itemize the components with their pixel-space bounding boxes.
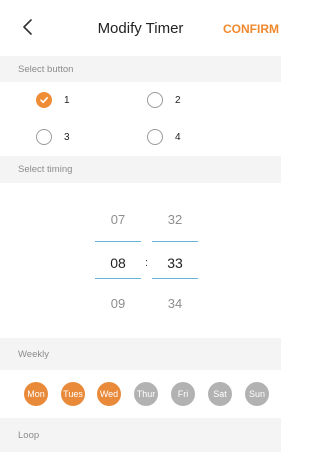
section-label-weekly: Weekly (0, 338, 281, 370)
time-separator: : (145, 257, 149, 269)
minute-option-prev[interactable]: 32 (152, 212, 198, 227)
radio-option-label: 3 (64, 131, 70, 143)
hour-selection-line-bottom (95, 278, 141, 279)
minute-option-selected[interactable]: 33 (152, 255, 198, 271)
minute-option-next[interactable]: 34 (152, 296, 198, 311)
radio-option-2[interactable]: 2 (147, 92, 181, 108)
radio-unchecked-indicator (147, 92, 163, 108)
radio-unchecked-indicator (36, 129, 52, 145)
hour-option-selected[interactable]: 08 (95, 255, 141, 271)
day-wed[interactable]: Wed (97, 382, 121, 406)
checkmark-icon (40, 97, 48, 104)
minute-selection-line-top (152, 241, 198, 242)
radio-option-3[interactable]: 3 (36, 129, 70, 145)
radio-option-1[interactable]: 1 (36, 92, 70, 108)
hour-option-next[interactable]: 09 (95, 296, 141, 311)
radio-checked-indicator (36, 92, 52, 108)
minute-selection-line-bottom (152, 278, 198, 279)
time-picker: 07 08 09 : 32 33 34 (0, 183, 281, 338)
weekday-selector: Mon Tues Wed Thur Fri Sat Sun (0, 370, 281, 418)
radio-option-label: 4 (175, 131, 181, 143)
radio-option-label: 2 (175, 94, 181, 106)
section-label-select-timing: Select timing (0, 156, 281, 183)
day-tues[interactable]: Tues (61, 382, 85, 406)
day-sun[interactable]: Sun (245, 382, 269, 406)
radio-option-label: 1 (64, 94, 70, 106)
header: Modify Timer CONFIRM (0, 0, 281, 56)
section-label-select-button: Select button (0, 56, 281, 82)
day-fri[interactable]: Fri (171, 382, 195, 406)
day-thur[interactable]: Thur (134, 382, 158, 406)
radio-row-1: 1 2 (0, 82, 281, 118)
section-label-loop: Loop (0, 418, 281, 452)
hour-selection-line-top (95, 241, 141, 242)
radio-unchecked-indicator (147, 129, 163, 145)
radio-option-4[interactable]: 4 (147, 129, 181, 145)
day-mon[interactable]: Mon (24, 382, 48, 406)
day-sat[interactable]: Sat (208, 382, 232, 406)
radio-row-2: 3 4 (0, 118, 281, 154)
confirm-button[interactable]: CONFIRM (223, 22, 279, 36)
hour-option-prev[interactable]: 07 (95, 212, 141, 227)
